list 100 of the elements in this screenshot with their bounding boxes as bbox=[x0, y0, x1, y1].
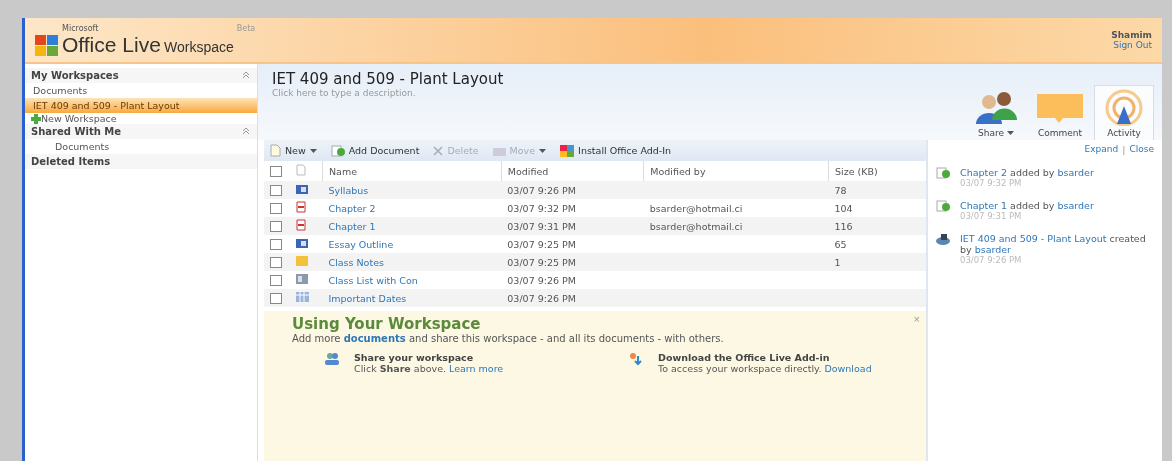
table-cell: 65 bbox=[828, 235, 926, 253]
table-cell: 03/07 9:26 PM bbox=[501, 271, 644, 289]
table-cell: 116 bbox=[828, 217, 926, 235]
new-workspace-link[interactable]: New Workspace bbox=[25, 113, 257, 124]
beta-label: Beta bbox=[236, 23, 256, 33]
card-title: Download the Office Live Add-in bbox=[658, 352, 831, 363]
action-button[interactable]: Activity bbox=[1094, 85, 1154, 140]
collapse-icon[interactable] bbox=[241, 126, 251, 136]
separator: | bbox=[1122, 144, 1126, 155]
activity-time: 03/07 9:31 PM bbox=[960, 211, 1023, 221]
checkbox[interactable] bbox=[270, 275, 282, 286]
table-cell: 03/07 9:26 PM bbox=[501, 181, 644, 199]
close-link[interactable]: Close bbox=[1129, 144, 1154, 155]
activity-text: Chapter 2 added by bsarder bbox=[960, 167, 1094, 178]
description-placeholder[interactable]: Click here to type a description. bbox=[272, 88, 504, 98]
user-link[interactable]: bsarder bbox=[1057, 200, 1094, 211]
sidebar-item[interactable]: Documents bbox=[25, 83, 257, 98]
file-link[interactable]: Class List with Con bbox=[328, 274, 418, 286]
brand-suffix: Workspace bbox=[164, 38, 234, 55]
sidebar-item[interactable]: Documents bbox=[25, 139, 257, 154]
activity-subject-link[interactable]: Chapter 1 bbox=[960, 200, 1008, 211]
caret-icon bbox=[1007, 131, 1014, 135]
toolbar-button[interactable]: Add Document bbox=[330, 144, 420, 157]
checkbox[interactable] bbox=[270, 221, 282, 232]
section-title: My Workspaces bbox=[31, 70, 119, 81]
tips-title: Using Your Workspace bbox=[292, 315, 482, 333]
card-text: To access your workspace directly. Download bbox=[658, 363, 872, 374]
brand-caption: Microsoft bbox=[62, 23, 100, 33]
file-link[interactable]: Class Notes bbox=[328, 256, 384, 268]
table-cell: 03/07 9:26 PM bbox=[501, 289, 644, 307]
card-link[interactable]: Learn more bbox=[449, 363, 504, 374]
close-button[interactable]: × bbox=[913, 313, 920, 325]
file-icon bbox=[296, 164, 306, 176]
notebook-icon bbox=[296, 256, 308, 266]
add-document-icon bbox=[936, 167, 950, 179]
office-addin-icon bbox=[560, 144, 575, 157]
document-icon bbox=[296, 183, 308, 195]
caret-icon bbox=[539, 148, 547, 153]
tips-intro: Add more documents and share this workspace - and all its documents - with others. bbox=[292, 333, 725, 344]
user-link[interactable]: bsarder bbox=[974, 244, 1011, 255]
caret-icon bbox=[309, 148, 317, 153]
toolbar-button[interactable]: Install Office Add-In bbox=[560, 144, 672, 157]
file-link[interactable]: Important Dates bbox=[328, 292, 407, 304]
calendar-icon bbox=[296, 292, 309, 302]
activity-subject-link[interactable]: Chapter 2 bbox=[960, 167, 1008, 178]
file-link[interactable]: Chapter 1 bbox=[328, 220, 376, 232]
table-cell: 78 bbox=[828, 181, 926, 199]
section-title: Deleted Items bbox=[31, 156, 111, 167]
people-icon bbox=[324, 352, 340, 366]
sidebar-item[interactable]: IET 409 and 509 - Plant Layout bbox=[25, 98, 257, 113]
activity-text: Chapter 1 added by bsarder bbox=[960, 200, 1094, 211]
user-name: Shamim bbox=[1111, 30, 1152, 40]
checkbox[interactable] bbox=[270, 239, 282, 250]
checkbox[interactable] bbox=[270, 203, 282, 214]
activity-time: 03/07 9:32 PM bbox=[960, 178, 1023, 188]
collapse-icon[interactable] bbox=[241, 70, 251, 80]
close-icon bbox=[433, 145, 444, 156]
checkbox[interactable] bbox=[270, 293, 282, 304]
file-link[interactable]: Syllabus bbox=[328, 184, 369, 196]
card-link[interactable]: Download bbox=[824, 363, 872, 374]
user-link[interactable]: bsarder bbox=[1057, 167, 1094, 178]
checkbox[interactable] bbox=[270, 257, 282, 268]
toolbar-button[interactable]: New bbox=[270, 144, 317, 157]
action-button[interactable]: Comment bbox=[1030, 87, 1090, 140]
table-cell: 03/07 9:25 PM bbox=[501, 253, 644, 271]
checkbox[interactable] bbox=[270, 185, 282, 196]
add-icon bbox=[31, 113, 41, 124]
office-logo-icon bbox=[35, 34, 59, 57]
file-link[interactable]: Essay Outline bbox=[328, 238, 394, 250]
table-cell: 104 bbox=[828, 199, 926, 217]
checkbox[interactable] bbox=[270, 166, 282, 177]
table-cell: 03/07 9:31 PM bbox=[501, 217, 644, 235]
table-cell: 1 bbox=[828, 253, 926, 271]
document-icon bbox=[296, 237, 308, 249]
table-cell: 03/07 9:25 PM bbox=[501, 235, 644, 253]
workspace-title: IET 409 and 509 - Plant Layout bbox=[272, 70, 504, 88]
table-cell: bsarder@hotmail.ci bbox=[643, 199, 829, 217]
expand-link[interactable]: Expand bbox=[1084, 144, 1119, 155]
documents-link[interactable]: documents bbox=[343, 333, 406, 344]
image-file-icon bbox=[296, 274, 308, 284]
activity-text: IET 409 and 509 - Plant Layout created by bsarder bbox=[960, 233, 1147, 255]
download-icon bbox=[628, 352, 644, 368]
add-document-icon bbox=[936, 200, 950, 212]
new-file-icon bbox=[270, 144, 281, 157]
section-title: Shared With Me bbox=[31, 126, 121, 137]
sign-out-link[interactable]: Sign Out bbox=[1113, 40, 1152, 50]
action-button[interactable]: Share bbox=[966, 87, 1026, 140]
add-document-icon bbox=[330, 144, 345, 157]
workspace-icon bbox=[936, 233, 950, 245]
table-cell: 03/07 9:32 PM bbox=[501, 199, 644, 217]
activity-time: 03/07 9:26 PM bbox=[960, 255, 1023, 265]
file-link[interactable]: Chapter 2 bbox=[328, 202, 376, 214]
activity-subject-link[interactable]: IET 409 and 509 - Plant Layout bbox=[960, 233, 1107, 244]
people-icon bbox=[973, 90, 1019, 126]
card-title: Share your workspace bbox=[354, 352, 475, 363]
broadcast-icon bbox=[1104, 88, 1144, 126]
card-text: Click Share above. Learn more bbox=[354, 363, 504, 374]
table-cell: bsarder@hotmail.ci bbox=[643, 217, 829, 235]
folder-icon bbox=[492, 145, 506, 156]
brand-name: Office Live bbox=[62, 32, 161, 56]
